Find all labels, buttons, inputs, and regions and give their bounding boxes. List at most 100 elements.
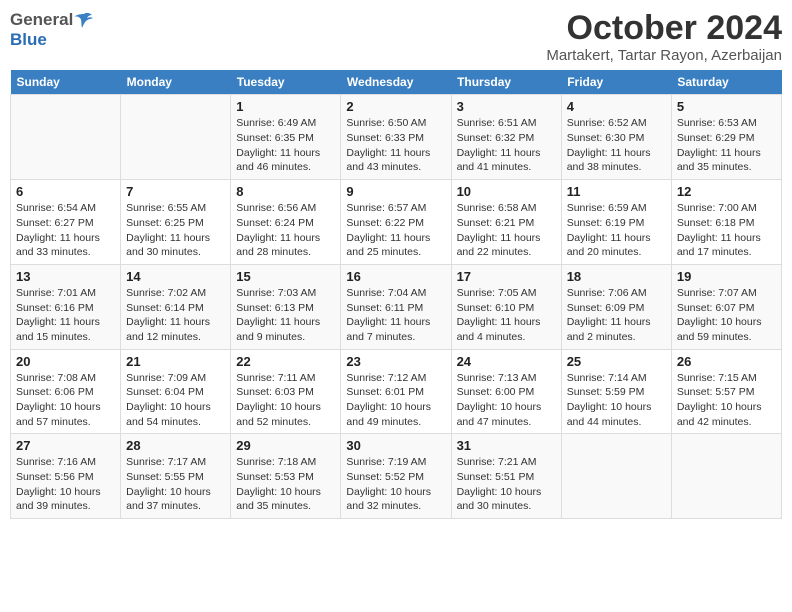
day-info: Sunrise: 7:05 AM Sunset: 6:10 PM Dayligh… [457, 286, 556, 345]
day-number: 27 [16, 438, 115, 453]
day-info: Sunrise: 7:04 AM Sunset: 6:11 PM Dayligh… [346, 286, 445, 345]
calendar-cell [671, 434, 781, 519]
calendar-cell: 31Sunrise: 7:21 AM Sunset: 5:51 PM Dayli… [451, 434, 561, 519]
calendar-cell: 6 Sunrise: 6:54 AM Sunset: 6:27 PM Daylig… [11, 180, 121, 265]
day-number: 26 [677, 354, 776, 369]
calendar-cell: 19 Sunrise: 7:07 AM Sunset: 6:07 PM Dayli… [671, 264, 781, 349]
day-number: 2 [346, 99, 445, 114]
calendar-cell: 17 Sunrise: 7:05 AM Sunset: 6:10 PM Dayli… [451, 264, 561, 349]
day-number: 20 [16, 354, 115, 369]
calendar-cell: 24 Sunrise: 7:13 AM Sunset: 6:00 PM Dayli… [451, 349, 561, 434]
day-info: Sunrise: 6:54 AM Sunset: 6:27 PM Dayligh… [16, 201, 115, 260]
weekday-header: Thursday [451, 70, 561, 95]
day-info: Sunrise: 6:58 AM Sunset: 6:21 PM Dayligh… [457, 201, 556, 260]
day-info: Sunrise: 7:14 AM Sunset: 5:59 PM Dayligh… [567, 371, 666, 430]
day-number: 21 [126, 354, 225, 369]
day-info: Sunrise: 7:18 AM Sunset: 5:53 PM Dayligh… [236, 455, 335, 514]
calendar-cell: 9 Sunrise: 6:57 AM Sunset: 6:22 PM Daylig… [341, 180, 451, 265]
month-title: October 2024 [546, 10, 782, 47]
day-info: Sunrise: 7:19 AM Sunset: 5:52 PM Dayligh… [346, 455, 445, 514]
day-number: 17 [457, 269, 556, 284]
calendar-cell: 8Sunrise: 6:56 AM Sunset: 6:24 PM Daylig… [231, 180, 341, 265]
weekday-header: Sunday [11, 70, 121, 95]
day-number: 9 [346, 184, 445, 199]
calendar-cell: 28Sunrise: 7:17 AM Sunset: 5:55 PM Dayli… [121, 434, 231, 519]
weekday-header: Friday [561, 70, 671, 95]
day-number: 13 [16, 269, 115, 284]
day-info: Sunrise: 7:02 AM Sunset: 6:14 PM Dayligh… [126, 286, 225, 345]
day-number: 3 [457, 99, 556, 114]
day-number: 22 [236, 354, 335, 369]
page-header: General Blue October 2024 Martakert, Tar… [10, 10, 782, 64]
calendar-week-row: 13Sunrise: 7:01 AM Sunset: 6:16 PM Dayli… [11, 264, 782, 349]
calendar-week-row: 20 Sunrise: 7:08 AM Sunset: 6:06 PM Dayli… [11, 349, 782, 434]
day-number: 29 [236, 438, 335, 453]
calendar-cell [561, 434, 671, 519]
calendar-table: SundayMondayTuesdayWednesdayThursdayFrid… [10, 70, 782, 519]
day-info: Sunrise: 7:13 AM Sunset: 6:00 PM Dayligh… [457, 371, 556, 430]
day-number: 6 [16, 184, 115, 199]
day-number: 16 [346, 269, 445, 284]
day-number: 8 [236, 184, 335, 199]
calendar-cell: 14 Sunrise: 7:02 AM Sunset: 6:14 PM Dayli… [121, 264, 231, 349]
calendar-cell: 2 Sunrise: 6:50 AM Sunset: 6:33 PM Daylig… [341, 95, 451, 180]
day-number: 23 [346, 354, 445, 369]
calendar-cell: 11 Sunrise: 6:59 AM Sunset: 6:19 PM Dayli… [561, 180, 671, 265]
day-info: Sunrise: 7:06 AM Sunset: 6:09 PM Dayligh… [567, 286, 666, 345]
day-info: Sunrise: 7:11 AM Sunset: 6:03 PM Dayligh… [236, 371, 335, 430]
calendar-cell: 29 Sunrise: 7:18 AM Sunset: 5:53 PM Dayli… [231, 434, 341, 519]
day-number: 12 [677, 184, 776, 199]
day-info: Sunrise: 6:51 AM Sunset: 6:32 PM Dayligh… [457, 116, 556, 175]
day-info: Sunrise: 6:53 AM Sunset: 6:29 PM Dayligh… [677, 116, 776, 175]
day-info: Sunrise: 6:52 AM Sunset: 6:30 PM Dayligh… [567, 116, 666, 175]
day-info: Sunrise: 7:16 AM Sunset: 5:56 PM Dayligh… [16, 455, 115, 514]
day-info: Sunrise: 7:17 AM Sunset: 5:55 PM Dayligh… [126, 455, 225, 514]
calendar-cell: 1 Sunrise: 6:49 AM Sunset: 6:35 PM Daylig… [231, 95, 341, 180]
weekday-header: Tuesday [231, 70, 341, 95]
day-info: Sunrise: 7:03 AM Sunset: 6:13 PM Dayligh… [236, 286, 335, 345]
weekday-header-row: SundayMondayTuesdayWednesdayThursdayFrid… [11, 70, 782, 95]
calendar-cell: 12 Sunrise: 7:00 AM Sunset: 6:18 PM Dayli… [671, 180, 781, 265]
calendar-cell: 13Sunrise: 7:01 AM Sunset: 6:16 PM Dayli… [11, 264, 121, 349]
day-info: Sunrise: 7:12 AM Sunset: 6:01 PM Dayligh… [346, 371, 445, 430]
day-info: Sunrise: 6:55 AM Sunset: 6:25 PM Dayligh… [126, 201, 225, 260]
day-number: 1 [236, 99, 335, 114]
day-number: 7 [126, 184, 225, 199]
calendar-cell [121, 95, 231, 180]
day-info: Sunrise: 6:50 AM Sunset: 6:33 PM Dayligh… [346, 116, 445, 175]
day-number: 5 [677, 99, 776, 114]
calendar-cell: 27 Sunrise: 7:16 AM Sunset: 5:56 PM Dayli… [11, 434, 121, 519]
day-number: 4 [567, 99, 666, 114]
location-subtitle: Martakert, Tartar Rayon, Azerbaijan [546, 47, 782, 64]
calendar-week-row: 6 Sunrise: 6:54 AM Sunset: 6:27 PM Daylig… [11, 180, 782, 265]
logo-bird-icon [74, 12, 94, 28]
day-info: Sunrise: 7:08 AM Sunset: 6:06 PM Dayligh… [16, 371, 115, 430]
calendar-cell: 23 Sunrise: 7:12 AM Sunset: 6:01 PM Dayli… [341, 349, 451, 434]
day-info: Sunrise: 7:15 AM Sunset: 5:57 PM Dayligh… [677, 371, 776, 430]
day-number: 24 [457, 354, 556, 369]
calendar-cell: 3 Sunrise: 6:51 AM Sunset: 6:32 PM Daylig… [451, 95, 561, 180]
day-info: Sunrise: 6:49 AM Sunset: 6:35 PM Dayligh… [236, 116, 335, 175]
weekday-header: Monday [121, 70, 231, 95]
day-info: Sunrise: 7:07 AM Sunset: 6:07 PM Dayligh… [677, 286, 776, 345]
calendar-week-row: 27 Sunrise: 7:16 AM Sunset: 5:56 PM Dayli… [11, 434, 782, 519]
day-number: 15 [236, 269, 335, 284]
title-area: October 2024 Martakert, Tartar Rayon, Az… [546, 10, 782, 64]
calendar-cell: 26 Sunrise: 7:15 AM Sunset: 5:57 PM Dayli… [671, 349, 781, 434]
day-info: Sunrise: 7:00 AM Sunset: 6:18 PM Dayligh… [677, 201, 776, 260]
day-info: Sunrise: 7:21 AM Sunset: 5:51 PM Dayligh… [457, 455, 556, 514]
day-info: Sunrise: 6:59 AM Sunset: 6:19 PM Dayligh… [567, 201, 666, 260]
weekday-header: Wednesday [341, 70, 451, 95]
day-number: 11 [567, 184, 666, 199]
calendar-cell: 18Sunrise: 7:06 AM Sunset: 6:09 PM Dayli… [561, 264, 671, 349]
logo-blue-text: Blue [10, 30, 47, 50]
day-number: 10 [457, 184, 556, 199]
calendar-cell: 22 Sunrise: 7:11 AM Sunset: 6:03 PM Dayli… [231, 349, 341, 434]
day-info: Sunrise: 7:09 AM Sunset: 6:04 PM Dayligh… [126, 371, 225, 430]
day-number: 14 [126, 269, 225, 284]
calendar-cell [11, 95, 121, 180]
day-number: 19 [677, 269, 776, 284]
calendar-cell: 5 Sunrise: 6:53 AM Sunset: 6:29 PM Daylig… [671, 95, 781, 180]
day-number: 30 [346, 438, 445, 453]
day-info: Sunrise: 6:57 AM Sunset: 6:22 PM Dayligh… [346, 201, 445, 260]
